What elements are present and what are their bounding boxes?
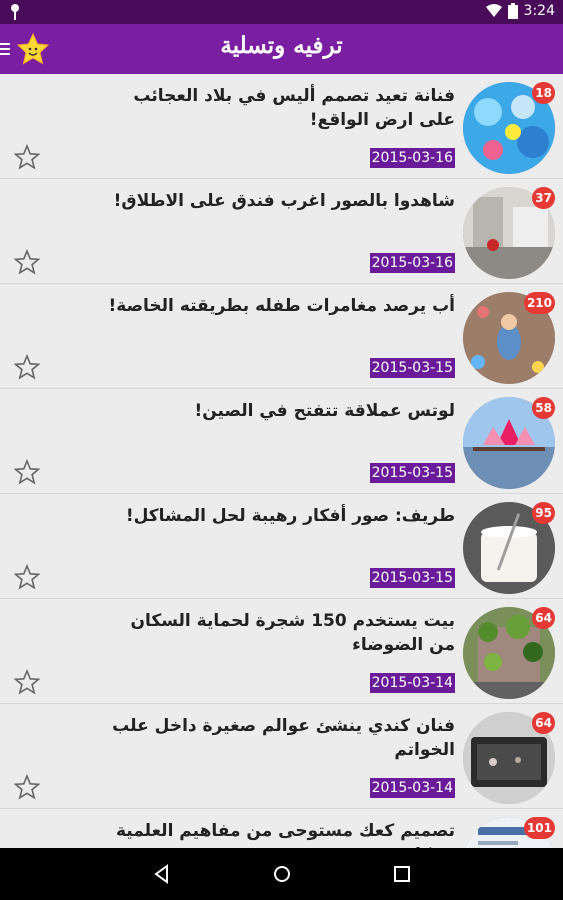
list-item[interactable]: 64 بيت يستخدم 150 شجرة لحماية السكان من … xyxy=(0,599,563,704)
pin-icon xyxy=(11,4,19,20)
star-outline-icon[interactable] xyxy=(14,459,40,485)
article-headline[interactable]: أب يرصد مغامرات طفله بطريقته الخاصة! xyxy=(100,294,455,318)
article-date: 2015-03-15 xyxy=(369,463,455,483)
article-date: 2015-03-14 xyxy=(369,673,455,693)
star-outline-icon[interactable] xyxy=(14,669,40,695)
status-bar: 3:24 xyxy=(0,0,563,24)
count-badge: 37 xyxy=(532,187,555,209)
navigation-bar xyxy=(0,848,563,900)
list-item[interactable]: 37 شاهدوا بالصور اغرب فندق على الاطلاق! … xyxy=(0,179,563,284)
article-headline[interactable]: لوتس عملاقة تتفتح في الصين! xyxy=(100,399,455,423)
wifi-icon xyxy=(485,4,502,17)
home-icon[interactable] xyxy=(270,862,294,886)
recents-icon[interactable] xyxy=(390,862,414,886)
article-date: 2015-03-15 xyxy=(369,568,455,588)
star-outline-icon[interactable] xyxy=(14,144,40,170)
article-headline[interactable]: تصميم كعك مستوحى من مفاهيم العلمية بشكل xyxy=(100,819,455,848)
article-date: 2015-03-16 xyxy=(369,148,455,168)
article-date: 2015-03-15 xyxy=(369,358,455,378)
count-badge: 95 xyxy=(532,502,555,524)
star-outline-icon[interactable] xyxy=(14,249,40,275)
battery-icon xyxy=(507,3,518,19)
list-item[interactable]: 101 تصميم كعك مستوحى من مفاهيم العلمية ب… xyxy=(0,809,563,848)
list-item[interactable]: 18 فنانة تعيد تصمم أليس في بلاد العجائب … xyxy=(0,74,563,179)
status-time: 3:24 xyxy=(523,3,555,19)
count-badge: 101 xyxy=(523,817,555,839)
list-item[interactable]: 95 طريف: صور أفكار رهيبة لحل المشاكل! 20… xyxy=(0,494,563,599)
count-badge: 64 xyxy=(532,712,555,734)
article-date: 2015-03-16 xyxy=(369,253,455,273)
article-headline[interactable]: فنان كندي ينشئ عوالم صغيرة داخل علب الخو… xyxy=(100,714,455,762)
count-badge: 18 xyxy=(532,82,555,104)
count-badge: 58 xyxy=(532,397,555,419)
count-badge: 210 xyxy=(523,292,555,314)
list-item[interactable]: 210 أب يرصد مغامرات طفله بطريقته الخاصة!… xyxy=(0,284,563,389)
article-list: 18 فنانة تعيد تصمم أليس في بلاد العجائب … xyxy=(0,74,563,848)
count-badge: 64 xyxy=(532,607,555,629)
article-headline[interactable]: طريف: صور أفكار رهيبة لحل المشاكل! xyxy=(100,504,455,528)
article-headline[interactable]: فنانة تعيد تصمم أليس في بلاد العجائب على… xyxy=(100,84,455,132)
list-item[interactable]: 58 لوتس عملاقة تتفتح في الصين! 2015-03-1… xyxy=(0,389,563,494)
star-outline-icon[interactable] xyxy=(14,564,40,590)
star-outline-icon[interactable] xyxy=(14,774,40,800)
article-headline[interactable]: بيت يستخدم 150 شجرة لحماية السكان من الض… xyxy=(100,609,455,657)
article-headline[interactable]: شاهدوا بالصور اغرب فندق على الاطلاق! xyxy=(100,189,455,213)
star-outline-icon[interactable] xyxy=(14,354,40,380)
list-item[interactable]: 64 فنان كندي ينشئ عوالم صغيرة داخل علب ا… xyxy=(0,704,563,809)
article-date: 2015-03-14 xyxy=(369,778,455,798)
app-title: ترفيه وتسلية xyxy=(220,32,343,59)
back-icon[interactable] xyxy=(150,862,174,886)
app-bar: ترفيه وتسلية xyxy=(0,24,563,74)
